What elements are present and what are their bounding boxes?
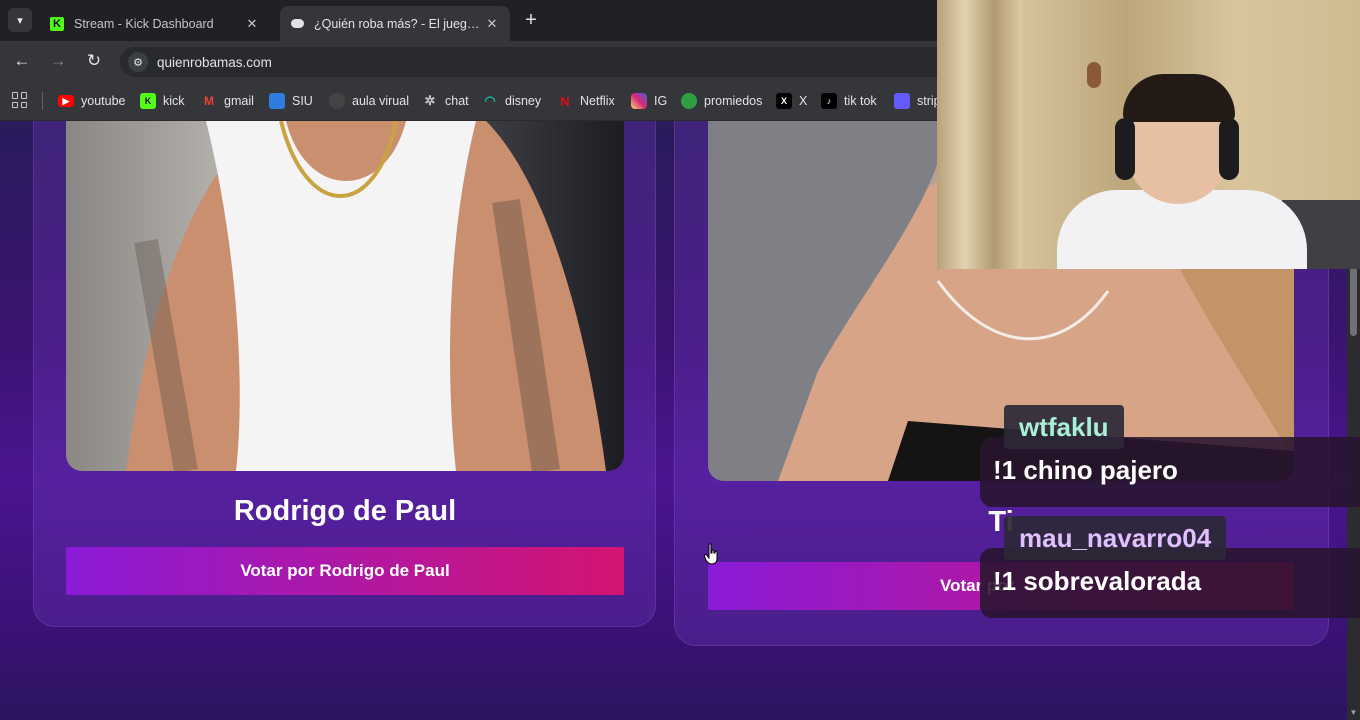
bookmark-chat[interactable]: ✲ chat (422, 91, 469, 111)
bookmark-label: kick (163, 94, 185, 108)
bookmark-kick[interactable]: K kick (140, 91, 185, 111)
tab-quien-roba-mas[interactable]: ¿Quién roba más? - El juego que ✕ (280, 6, 510, 41)
game-controller-icon (290, 17, 304, 31)
disney-icon: ◠ (484, 93, 496, 108)
browser-window: ▾ K Stream - Kick Dashboard ✕ ¿Quién rob… (0, 0, 1360, 720)
streamer-hair (1123, 74, 1235, 122)
tiktok-icon: ♪ (821, 93, 837, 109)
vote-button[interactable]: Votar por Rodrigo de Paul (66, 547, 624, 595)
stripe-icon (894, 93, 910, 109)
bookmark-label: Netflix (580, 94, 615, 108)
new-tab-button[interactable]: + (520, 9, 542, 31)
kick-icon: K (140, 93, 156, 109)
forward-button[interactable]: → (47, 50, 69, 72)
bookmark-label: disney (505, 94, 542, 108)
bookmark-disney[interactable]: ◠ disney (482, 91, 541, 111)
gmail-icon: M (204, 94, 214, 108)
headphone-icon (1219, 118, 1239, 180)
tab-title: ¿Quién roba más? - El juego que (314, 16, 484, 31)
bookmark-siu[interactable]: SIU (269, 91, 313, 111)
hand-cursor-icon (704, 543, 718, 565)
youtube-icon: ▶ (58, 95, 74, 107)
bookmark-label: aula virual (352, 94, 409, 108)
openai-icon: ✲ (424, 93, 436, 108)
instagram-icon (631, 93, 647, 109)
tab-kick-dashboard[interactable]: K Stream - Kick Dashboard ✕ (40, 6, 270, 41)
bookmark-gmail[interactable]: M gmail (201, 91, 254, 111)
address-bar[interactable]: ⚙ quienrobamas.com (120, 47, 1080, 77)
bookmark-netflix[interactable]: N Netflix (557, 91, 615, 111)
moodle-icon (329, 93, 345, 109)
kick-icon: K (50, 16, 64, 31)
bookmark-strip[interactable]: strip (894, 91, 941, 111)
tab-title: Stream - Kick Dashboard (74, 16, 214, 31)
siu-icon (269, 93, 285, 109)
headphone-icon (1115, 118, 1135, 180)
wall-decoration (1087, 62, 1101, 88)
close-icon[interactable]: ✕ (244, 16, 260, 32)
bookmark-label: tik tok (844, 94, 877, 108)
promiedos-icon (681, 93, 697, 109)
chat-username: wtfaklu (1004, 405, 1124, 449)
bookmark-label: youtube (81, 94, 126, 108)
reload-button[interactable]: ↻ (83, 50, 105, 72)
bookmark-label: chat (445, 94, 469, 108)
back-button[interactable]: ← (11, 50, 33, 72)
bookmark-label: SIU (292, 94, 313, 108)
bookmark-x[interactable]: X X (776, 91, 807, 111)
tab-search-button[interactable]: ▾ (8, 8, 32, 32)
apps-grid-icon[interactable] (12, 92, 28, 108)
candidate-photo (66, 121, 624, 471)
bookmark-aula-virual[interactable]: aula virual (329, 91, 409, 111)
curtain-shape (937, 0, 1022, 269)
candidate-photo-art (126, 121, 606, 471)
bookmark-ig[interactable]: IG (631, 91, 667, 111)
bookmark-youtube[interactable]: ▶ youtube (58, 91, 125, 111)
chat-username: mau_navarro04 (1004, 516, 1227, 560)
webcam-overlay (937, 0, 1360, 269)
close-icon[interactable]: ✕ (484, 16, 500, 32)
x-icon: X (776, 93, 792, 109)
bookmark-label: gmail (224, 94, 254, 108)
bookmark-promiedos[interactable]: promiedos (681, 91, 762, 111)
site-settings-icon[interactable]: ⚙ (128, 52, 148, 72)
url-text: quienrobamas.com (157, 55, 272, 70)
bookmark-label: X (799, 94, 808, 108)
bookmark-label: IG (654, 94, 668, 108)
bookmarks-divider (42, 92, 43, 110)
scroll-down-arrow-icon[interactable]: ▼ (1348, 708, 1359, 718)
bookmark-tiktok[interactable]: ♪ tik tok (821, 91, 877, 111)
netflix-icon: N (560, 93, 570, 109)
bookmark-label: promiedos (704, 94, 763, 108)
candidate-name: Rodrigo de Paul (233, 495, 457, 527)
